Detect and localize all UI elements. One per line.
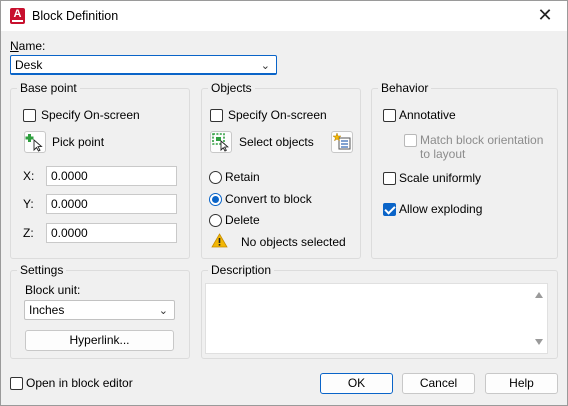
scale-uniformly-label: Scale uniformly xyxy=(399,171,482,185)
select-objects-button[interactable] xyxy=(210,131,232,153)
hyperlink-button[interactable]: Hyperlink... xyxy=(25,330,174,351)
quick-select-icon xyxy=(332,132,351,150)
match-orientation-checkbox[interactable] xyxy=(404,134,417,147)
delete-radio[interactable] xyxy=(209,214,222,227)
y-label: Y: xyxy=(23,197,34,211)
description-textarea[interactable] xyxy=(205,283,548,354)
z-label: Z: xyxy=(23,226,34,240)
help-button[interactable]: Help xyxy=(485,373,558,394)
ok-button[interactable]: OK xyxy=(320,373,393,394)
select-objects-label: Select objects xyxy=(239,135,314,149)
block-unit-select[interactable]: Inches ⌄ xyxy=(24,300,175,320)
match-orientation-label-line1: Match block orientation xyxy=(420,133,544,147)
annotative-label: Annotative xyxy=(399,108,456,122)
settings-title: Settings xyxy=(17,263,67,277)
cancel-button[interactable]: Cancel xyxy=(402,373,475,394)
convert-to-block-radio[interactable] xyxy=(209,193,222,206)
x-label: X: xyxy=(23,169,35,183)
match-orientation-label-line2: to layout xyxy=(420,147,466,161)
description-title: Description xyxy=(208,263,275,277)
objects-title: Objects xyxy=(208,81,255,95)
y-coordinate-input[interactable]: 0.0000 xyxy=(46,194,177,214)
autocad-app-icon: A xyxy=(10,8,25,24)
open-in-block-editor-label: Open in block editor xyxy=(26,376,133,390)
title-bar: A Block Definition ✕ xyxy=(1,1,567,31)
chevron-down-icon: ⌄ xyxy=(158,305,168,317)
quick-select-button[interactable] xyxy=(331,131,353,153)
base-point-specify-onscreen-checkbox[interactable] xyxy=(23,109,36,122)
warning-icon xyxy=(211,233,228,248)
scroll-up-arrow-icon[interactable] xyxy=(535,292,543,298)
pick-point-button[interactable] xyxy=(24,131,46,153)
scroll-down-arrow-icon[interactable] xyxy=(535,339,543,345)
description-scrollbar[interactable] xyxy=(530,284,547,353)
name-combobox[interactable]: Desk ⌄ xyxy=(10,55,277,75)
allow-exploding-checkbox[interactable] xyxy=(383,203,396,216)
block-definition-dialog: A Block Definition ✕ Name: Desk ⌄ Base p… xyxy=(0,0,568,406)
pick-point-label: Pick point xyxy=(52,135,105,149)
chevron-down-icon: ⌄ xyxy=(260,60,270,72)
block-unit-label: Block unit: xyxy=(25,283,81,297)
pick-point-icon xyxy=(25,134,43,152)
allow-exploding-label: Allow exploding xyxy=(399,202,483,216)
z-coordinate-input[interactable]: 0.0000 xyxy=(46,223,177,243)
name-label: Name: xyxy=(10,39,46,53)
behavior-title: Behavior xyxy=(378,81,432,95)
objects-specify-onscreen-checkbox[interactable] xyxy=(210,109,223,122)
objects-status-text: No objects selected xyxy=(241,235,346,249)
scale-uniformly-checkbox[interactable] xyxy=(383,172,396,185)
base-point-title: Base point xyxy=(17,81,80,95)
annotative-checkbox[interactable] xyxy=(383,109,396,122)
x-coordinate-input[interactable]: 0.0000 xyxy=(46,166,177,186)
delete-label: Delete xyxy=(225,213,260,227)
dialog-title: Block Definition xyxy=(32,9,119,23)
name-value: Desk xyxy=(15,58,43,72)
base-point-specify-onscreen-label: Specify On-screen xyxy=(41,108,140,122)
open-in-block-editor-checkbox[interactable] xyxy=(10,377,23,390)
select-objects-icon xyxy=(212,133,229,152)
convert-to-block-label: Convert to block xyxy=(225,192,312,206)
block-unit-value: Inches xyxy=(29,303,65,317)
retain-label: Retain xyxy=(225,170,260,184)
objects-specify-onscreen-label: Specify On-screen xyxy=(228,108,327,122)
close-button[interactable]: ✕ xyxy=(527,3,563,29)
retain-radio[interactable] xyxy=(209,171,222,184)
